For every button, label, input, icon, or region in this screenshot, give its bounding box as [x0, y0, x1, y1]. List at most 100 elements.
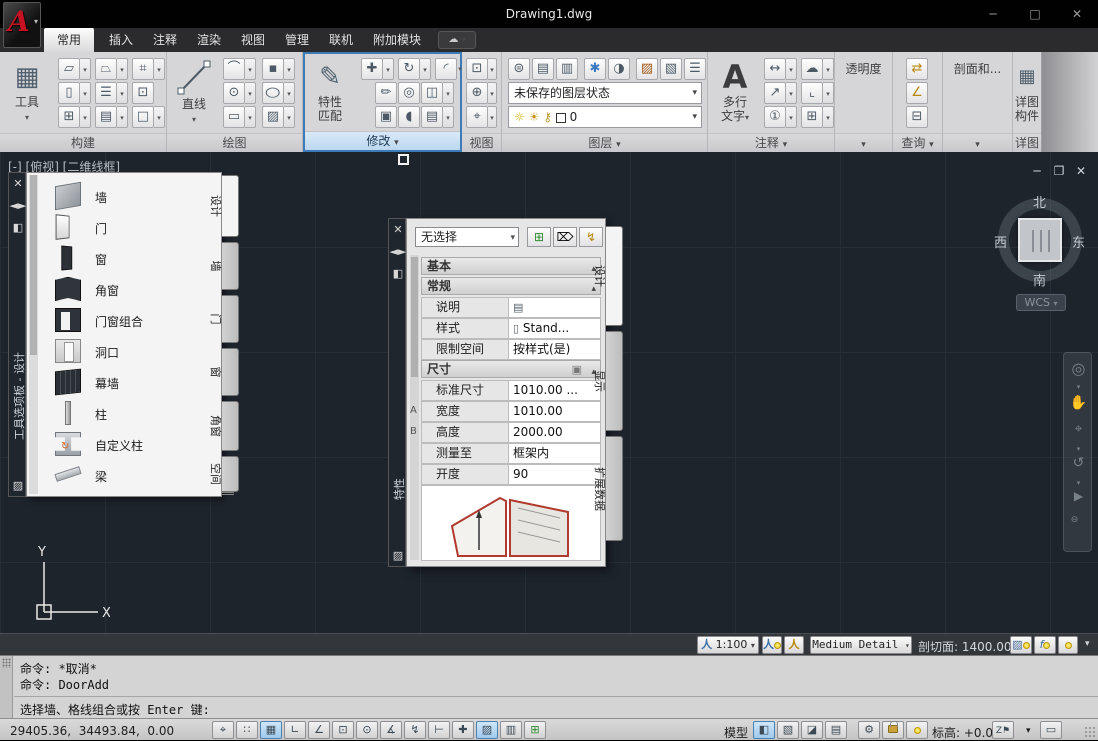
3d-object-snap-toggle[interactable]: ⊙ — [356, 721, 378, 739]
layer-freeze-button[interactable]: ✱ — [584, 58, 606, 80]
curtain-wall-button[interactable]: ▤ — [95, 106, 117, 128]
fillet-button[interactable]: ◜ — [435, 58, 457, 80]
mass-element-button[interactable]: □ — [132, 106, 154, 128]
model-space-label[interactable]: 模型 — [724, 724, 748, 741]
drawing-status-menu-arrow[interactable]: ▾ — [1085, 639, 1090, 649]
tab-insert[interactable]: 插入 — [96, 28, 146, 52]
layer-match-button[interactable]: ▤ — [532, 58, 554, 80]
clean-screen-button[interactable]: ▭ — [1040, 721, 1062, 739]
numbering-flyout[interactable]: ▾ — [786, 106, 797, 128]
properties-settings-icon[interactable]: ▨ — [389, 549, 407, 562]
view-cube-button[interactable]: ⊡ — [466, 58, 488, 80]
row-measure-to[interactable]: 测量至 框架内 — [421, 443, 601, 464]
section-basic[interactable]: 基本▴ — [421, 257, 601, 275]
palette-tab-spaces[interactable]: 空间 — [222, 456, 239, 492]
quick-calc-button[interactable]: ⊟ — [906, 106, 928, 128]
row-swing-angle[interactable]: 开度 90 — [421, 464, 601, 485]
panel-label-section[interactable]: ▾ — [943, 133, 1012, 152]
annotation-visibility-button[interactable]: 人 — [762, 636, 782, 654]
revision-cloud-flyout[interactable]: ▾ — [823, 58, 834, 80]
panel-label-layers[interactable]: 图层 ▾ — [502, 133, 707, 152]
command-prompt[interactable]: 选择墙、格线组合或按 Enter 键: — [20, 701, 210, 718]
tab-manage[interactable]: 管理 — [272, 28, 322, 52]
roof-tool-button[interactable]: ⏢ — [95, 58, 117, 80]
row-description[interactable]: 说明 ▤ — [421, 297, 601, 318]
mass-element-flyout[interactable]: ▾ — [154, 106, 165, 128]
view-flyout-2[interactable]: ▾ — [488, 82, 497, 104]
detail-level-dropdown[interactable]: Medium Detail ▾ — [810, 636, 912, 654]
viewcube-top-face[interactable] — [1018, 218, 1062, 262]
zoom-icon[interactable]: ⌖ — [1064, 421, 1093, 437]
tab-online[interactable]: 联机 — [316, 28, 366, 52]
roof-flyout[interactable]: ▾ — [117, 58, 128, 80]
tool-corner-window[interactable]: 角窗 — [43, 274, 219, 305]
layer-walk-button[interactable]: ▧ — [660, 58, 682, 80]
viewcube-east[interactable]: 东 — [1072, 232, 1085, 251]
roof-slab-button[interactable]: ⊡ — [132, 82, 154, 104]
properties-tab-extended-data[interactable]: 扩展数据 — [606, 436, 623, 541]
mtext-button[interactable]: A 多行文字▾ — [712, 56, 758, 132]
move-button[interactable]: ✚ — [361, 58, 383, 80]
palette-settings-icon[interactable]: ▨ — [9, 479, 27, 492]
hatch-flyout[interactable]: ▾ — [284, 106, 295, 128]
quick-view-layouts-button[interactable]: ◪ — [801, 721, 823, 739]
isolate-objects-button[interactable] — [906, 721, 928, 739]
grid-snap-toggle[interactable]: ∷ — [236, 721, 258, 739]
panel-label-view[interactable]: 视图 — [462, 133, 501, 152]
tool-beam[interactable]: 梁 — [43, 460, 219, 491]
properties-menu-icon[interactable]: ◧ — [389, 267, 407, 280]
window-flyout[interactable]: ▾ — [80, 106, 91, 128]
row-standard-size[interactable]: 标准尺寸 1010.00 ... — [421, 380, 601, 401]
properties-tab-display[interactable]: 显示 — [606, 331, 623, 431]
navigation-wheel-icon[interactable]: ◎ — [1064, 359, 1093, 378]
wall-tool-button[interactable]: ▱ — [58, 58, 80, 80]
tool-wall[interactable]: 墙 — [43, 181, 219, 212]
resize-grip[interactable] — [1084, 726, 1096, 738]
column-grid-button[interactable]: ⌗ — [132, 58, 154, 80]
line-button[interactable]: 直线 ▾ — [171, 56, 217, 132]
tab-addins[interactable]: 附加模块 — [360, 28, 434, 52]
command-window-grip[interactable] — [0, 656, 13, 719]
section-title[interactable]: 剖面和... — [943, 60, 1012, 77]
angle-snap-toggle[interactable]: ∡ — [380, 721, 402, 739]
tool-door[interactable]: 门 — [43, 212, 219, 243]
palette-autohide-icon[interactable]: ◄► — [9, 199, 27, 212]
dimension-button[interactable]: ↔ — [764, 58, 786, 80]
palette-tab-walls[interactable]: 墙 — [222, 242, 239, 290]
rotate-button[interactable]: ↻ — [398, 58, 420, 80]
copy-button[interactable]: ◎ — [398, 82, 420, 104]
point-button[interactable]: ▪ — [262, 58, 284, 80]
surface-hatch-toggle[interactable]: ▨ — [1010, 636, 1032, 654]
tool-palette-scrollbar[interactable] — [29, 175, 38, 494]
palette-close-icon[interactable]: ✕ — [9, 177, 27, 190]
close-button[interactable]: ✕ — [1064, 6, 1090, 22]
orbit-icon[interactable]: ↺ — [1064, 455, 1093, 471]
point-flyout[interactable]: ▾ — [284, 58, 295, 80]
window-tool-button[interactable]: ⊞ — [58, 106, 80, 128]
workspace-switching-button[interactable]: ⚙ — [858, 721, 880, 739]
panel-label-annotate[interactable]: 注释 ▾ — [708, 133, 834, 152]
toggle-pickadd-button[interactable]: ↯ — [579, 227, 603, 247]
tool-custom-column[interactable]: ↻自定义柱 — [43, 429, 219, 460]
polar-tracking-toggle[interactable]: ∠ — [308, 721, 330, 739]
layer-merge-button[interactable]: ☰ — [684, 58, 706, 80]
grid-display-toggle[interactable]: ▦ — [260, 721, 282, 739]
object-snap-tracking-toggle[interactable]: ↯ — [404, 721, 426, 739]
minimize-button[interactable]: ─ — [980, 6, 1006, 22]
row-width[interactable]: A 宽度 1010.00 — [421, 401, 601, 422]
multileader-flyout[interactable]: ▾ — [823, 82, 834, 104]
tab-view[interactable]: 视图 — [228, 28, 278, 52]
dynamic-ucs-toggle[interactable]: ⊢ — [428, 721, 450, 739]
tool-door-window-assembly[interactable]: 门窗组合 — [43, 305, 219, 336]
palette-properties-icon[interactable]: ◧ — [9, 221, 27, 234]
leader-button[interactable]: ↗ — [764, 82, 786, 104]
mirror-button[interactable]: ◫ — [421, 82, 443, 104]
drawing-canvas[interactable]: [-] [俯视] [二维线框] ─ ❐ ✕ 北 西 东 南 WCS ▾ ◎ ▾ … — [0, 152, 1098, 633]
properties-tab-design[interactable]: 设计 — [606, 226, 623, 326]
properties-close-icon[interactable]: ✕ — [389, 223, 407, 236]
viewcube-west[interactable]: 西 — [994, 232, 1007, 251]
zoom-flyout-icon[interactable]: ▾ — [1064, 445, 1093, 453]
status-menu-arrow[interactable]: ▾ — [1026, 726, 1031, 736]
rectangle-button[interactable]: ▭ — [223, 106, 245, 128]
model-tab-button[interactable]: ◧ — [753, 721, 775, 739]
